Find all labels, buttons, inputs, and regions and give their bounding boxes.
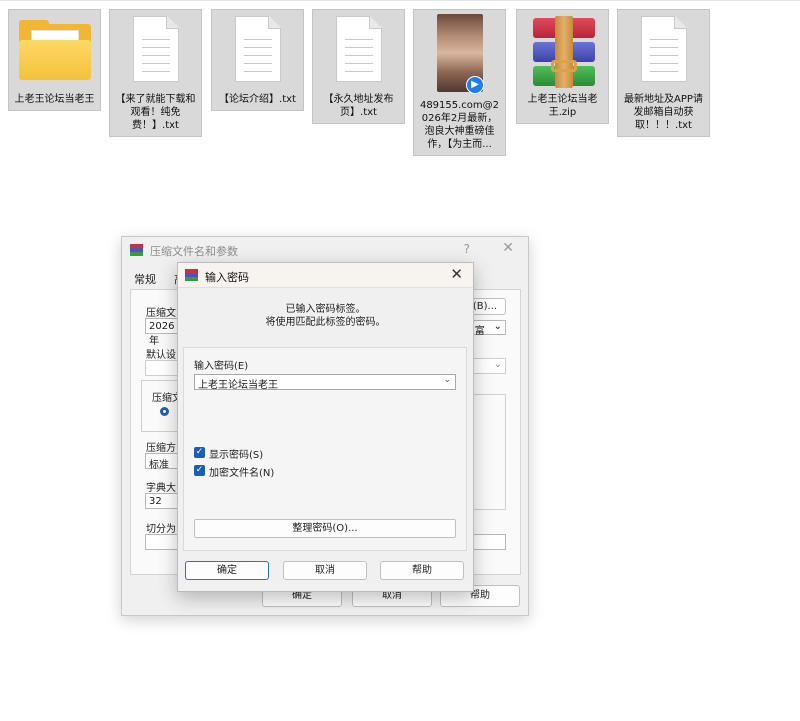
file-item-txt[interactable]: 【来了就能下载和观看！纯免费！】.txt bbox=[109, 9, 202, 137]
text-file-icon bbox=[212, 10, 303, 90]
help-button[interactable]: 帮助 bbox=[380, 561, 464, 580]
method-label: 压缩方 bbox=[146, 443, 176, 454]
password-input[interactable]: 上老王论坛当老王 ⌄ bbox=[194, 374, 456, 391]
close-icon[interactable]: ✕ bbox=[502, 240, 514, 256]
ok-button[interactable]: 确定 bbox=[185, 561, 269, 580]
file-item-txt[interactable]: 最新地址及APP请发邮箱自动获取！！！.txt bbox=[617, 9, 710, 137]
chevron-down-icon: ⌄ bbox=[493, 321, 502, 332]
file-item-video[interactable]: ▶ 489155.com@2026年2月最新，泡良大神重磅佳作，【为主而... bbox=[413, 9, 506, 156]
split-label: 切分为 bbox=[146, 524, 176, 535]
player-badge-icon: ▶ bbox=[466, 76, 484, 94]
folder-icon bbox=[9, 10, 100, 90]
format-radio[interactable] bbox=[160, 407, 169, 416]
default-settings-label: 默认设 bbox=[146, 350, 176, 361]
winrar-icon bbox=[185, 269, 198, 282]
file-name: 最新地址及APP请发邮箱自动获取！！！.txt bbox=[624, 94, 703, 131]
password-value: 上老王论坛当老王 bbox=[198, 380, 278, 391]
text-file-icon bbox=[618, 10, 709, 90]
cancel-button[interactable]: 取消 bbox=[283, 561, 367, 580]
winrar-archive-icon bbox=[517, 10, 608, 90]
dictionary-label: 字典大 bbox=[146, 483, 176, 494]
dialog-titlebar: 压缩文件名和参数 ? ✕ bbox=[122, 237, 528, 263]
help-icon[interactable]: ? bbox=[464, 242, 470, 256]
password-input-label: 输入密码(E) bbox=[194, 361, 249, 372]
file-name: 【论坛介绍】.txt bbox=[219, 94, 296, 105]
file-name: 【来了就能下载和观看！纯免费！】.txt bbox=[115, 94, 196, 131]
video-file-icon: ▶ bbox=[414, 10, 505, 96]
chevron-down-icon[interactable]: ⌄ bbox=[443, 375, 451, 385]
dialog-title: 压缩文件名和参数 bbox=[150, 245, 238, 258]
file-name: 【永久地址发布页】.txt bbox=[323, 94, 394, 118]
organize-passwords-button[interactable]: 整理密码(O)... bbox=[194, 519, 456, 538]
archive-name-label: 压缩文 bbox=[146, 308, 176, 319]
file-item-folder[interactable]: 上老王论坛当老王 bbox=[8, 9, 101, 111]
text-file-icon bbox=[110, 10, 201, 90]
encrypt-filenames-checkbox[interactable]: ✓ bbox=[194, 465, 205, 476]
file-name: 489155.com@2026年2月最新，泡良大神重磅佳作，【为主而... bbox=[419, 100, 500, 150]
file-item-zip[interactable]: 上老王论坛当老王.zip bbox=[516, 9, 609, 124]
chevron-down-icon: ⌄ bbox=[493, 359, 502, 370]
encrypt-filenames-label[interactable]: 加密文件名(N) bbox=[209, 464, 274, 479]
text-file-icon bbox=[313, 10, 404, 90]
password-panel: 输入密码(E) 上老王论坛当老王 ⌄ ✓ 显示密码(S) ✓ 加密文件名(N) … bbox=[183, 347, 467, 551]
show-password-label[interactable]: 显示密码(S) bbox=[209, 446, 263, 461]
show-password-checkbox[interactable]: ✓ bbox=[194, 447, 205, 458]
close-icon[interactable]: ✕ bbox=[450, 265, 463, 283]
winrar-icon bbox=[130, 244, 143, 257]
tab-general[interactable]: 常规 bbox=[134, 271, 156, 287]
file-name: 上老王论坛当老王.zip bbox=[527, 94, 598, 118]
top-divider bbox=[0, 0, 800, 1]
dialog-titlebar: 输入密码 ✕ bbox=[178, 263, 473, 288]
file-item-txt[interactable]: 【永久地址发布页】.txt bbox=[312, 9, 405, 124]
file-item-txt[interactable]: 【论坛介绍】.txt bbox=[211, 9, 304, 111]
notice-line-2: 将使用匹配此标签的密码。 bbox=[265, 317, 386, 328]
password-dialog: 输入密码 ✕ 已输入密码标签。 将使用匹配此标签的密码。 输入密码(E) 上老王… bbox=[177, 262, 474, 592]
dialog-title: 输入密码 bbox=[205, 271, 249, 284]
file-name: 上老王论坛当老王 bbox=[14, 94, 95, 105]
